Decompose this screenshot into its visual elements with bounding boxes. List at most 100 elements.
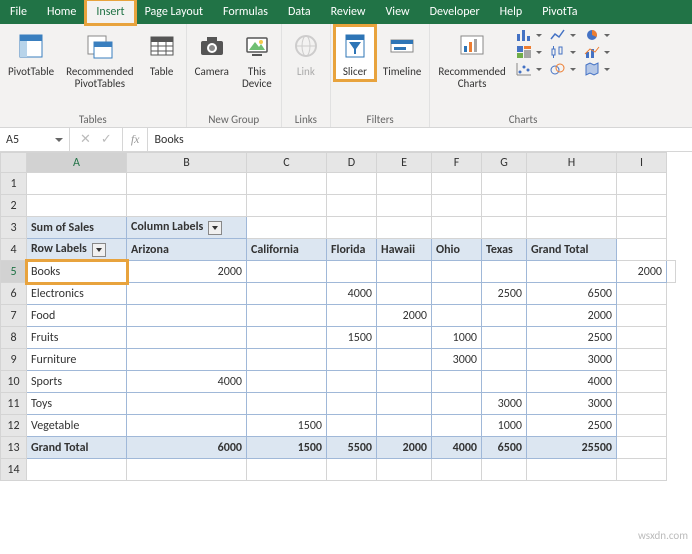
cell[interactable] — [377, 349, 432, 371]
tab-data[interactable]: Data — [278, 0, 321, 24]
cell[interactable] — [327, 195, 377, 217]
row-header[interactable]: 7 — [1, 305, 27, 327]
cell[interactable] — [327, 415, 377, 437]
cell[interactable] — [377, 217, 432, 239]
cell[interactable] — [377, 327, 432, 349]
cell[interactable] — [327, 305, 377, 327]
cell[interactable] — [482, 349, 527, 371]
chart-scatter-button[interactable] — [516, 62, 542, 76]
cell[interactable]: 2000 — [127, 261, 247, 283]
fx-label[interactable]: fx — [123, 128, 149, 151]
cell[interactable]: Grand Total — [527, 239, 617, 261]
row-header[interactable]: 8 — [1, 327, 27, 349]
cell[interactable] — [247, 349, 327, 371]
recommended-charts-button[interactable]: Recommended Charts — [434, 26, 509, 92]
tab-view[interactable]: View — [376, 0, 420, 24]
tab-review[interactable]: Review — [321, 0, 376, 24]
cell[interactable] — [377, 283, 432, 305]
cell[interactable] — [327, 261, 377, 283]
row-header[interactable]: 13 — [1, 437, 27, 459]
cell[interactable]: 5500 — [327, 437, 377, 459]
cell[interactable]: Column Labels — [127, 217, 247, 239]
cell[interactable]: 6500 — [482, 437, 527, 459]
cell[interactable] — [377, 261, 432, 283]
col-header[interactable]: F — [432, 153, 482, 173]
cell[interactable] — [482, 305, 527, 327]
cell[interactable] — [127, 305, 247, 327]
dropdown-icon[interactable] — [92, 243, 106, 257]
cell[interactable]: 4000 — [127, 371, 247, 393]
cell[interactable] — [432, 393, 482, 415]
tab-pivottable-analyze[interactable]: PivotTa — [532, 0, 587, 24]
cell[interactable] — [27, 173, 127, 195]
cell[interactable]: Sum of Sales — [27, 217, 127, 239]
cell[interactable]: Toys — [27, 393, 127, 415]
cell[interactable]: 2500 — [527, 327, 617, 349]
spreadsheet-grid[interactable]: A B C D E F G H I 123Sum of SalesColumn … — [0, 152, 692, 554]
cell[interactable] — [617, 459, 667, 481]
cell[interactable]: 2000 — [527, 305, 617, 327]
cell[interactable] — [247, 371, 327, 393]
chart-combo-button[interactable] — [584, 45, 610, 59]
tab-formulas[interactable]: Formulas — [213, 0, 278, 24]
this-device-button[interactable]: This Device — [237, 26, 277, 92]
cell[interactable]: 2000 — [377, 437, 432, 459]
cell[interactable]: 1500 — [247, 415, 327, 437]
cell[interactable]: 4000 — [527, 371, 617, 393]
cell[interactable] — [327, 393, 377, 415]
chart-line-button[interactable] — [550, 28, 576, 42]
cell[interactable] — [482, 195, 527, 217]
cell[interactable]: 3000 — [527, 393, 617, 415]
cell[interactable] — [377, 459, 432, 481]
cell[interactable]: 4000 — [327, 283, 377, 305]
cell[interactable] — [247, 393, 327, 415]
cell[interactable] — [617, 349, 667, 371]
cell[interactable] — [617, 371, 667, 393]
cell[interactable]: 2000 — [377, 305, 432, 327]
cell[interactable]: 6500 — [527, 283, 617, 305]
cell[interactable]: 2000 — [617, 261, 667, 283]
cell[interactable] — [27, 459, 127, 481]
select-all-corner[interactable] — [1, 153, 27, 173]
cell[interactable]: 1500 — [327, 327, 377, 349]
cell[interactable] — [327, 173, 377, 195]
row-header[interactable]: 5 — [1, 261, 27, 283]
cell[interactable] — [482, 327, 527, 349]
cell[interactable] — [432, 283, 482, 305]
cell[interactable] — [327, 371, 377, 393]
cell[interactable] — [617, 327, 667, 349]
recommended-pivottables-button[interactable]: Recommended PivotTables — [62, 26, 137, 92]
cell[interactable] — [527, 459, 617, 481]
cell[interactable]: 1000 — [432, 327, 482, 349]
cell[interactable] — [247, 459, 327, 481]
row-header[interactable]: 4 — [1, 239, 27, 261]
cell[interactable] — [482, 459, 527, 481]
chart-column-button[interactable] — [516, 28, 542, 42]
cell[interactable]: Arizona — [127, 239, 247, 261]
cell[interactable]: 3000 — [527, 349, 617, 371]
cell[interactable] — [617, 393, 667, 415]
cell[interactable] — [667, 261, 676, 283]
tab-insert[interactable]: Insert — [86, 0, 134, 24]
row-header[interactable]: 6 — [1, 283, 27, 305]
col-header[interactable]: I — [617, 153, 667, 173]
cell[interactable] — [377, 371, 432, 393]
cell[interactable] — [377, 415, 432, 437]
dropdown-icon[interactable] — [208, 221, 222, 235]
tab-page-layout[interactable]: Page Layout — [135, 0, 213, 24]
col-header[interactable]: C — [247, 153, 327, 173]
cell[interactable]: California — [247, 239, 327, 261]
cell[interactable] — [527, 173, 617, 195]
col-header[interactable]: D — [327, 153, 377, 173]
row-header[interactable]: 1 — [1, 173, 27, 195]
row-header[interactable]: 12 — [1, 415, 27, 437]
cell[interactable]: 1000 — [482, 415, 527, 437]
cell[interactable] — [482, 217, 527, 239]
cell[interactable]: 2500 — [527, 415, 617, 437]
cell[interactable] — [327, 217, 377, 239]
cell[interactable]: Texas — [482, 239, 527, 261]
chart-surface-button[interactable] — [550, 62, 576, 76]
cell[interactable] — [617, 239, 667, 261]
cell[interactable] — [527, 261, 617, 283]
cell[interactable]: 1500 — [247, 437, 327, 459]
